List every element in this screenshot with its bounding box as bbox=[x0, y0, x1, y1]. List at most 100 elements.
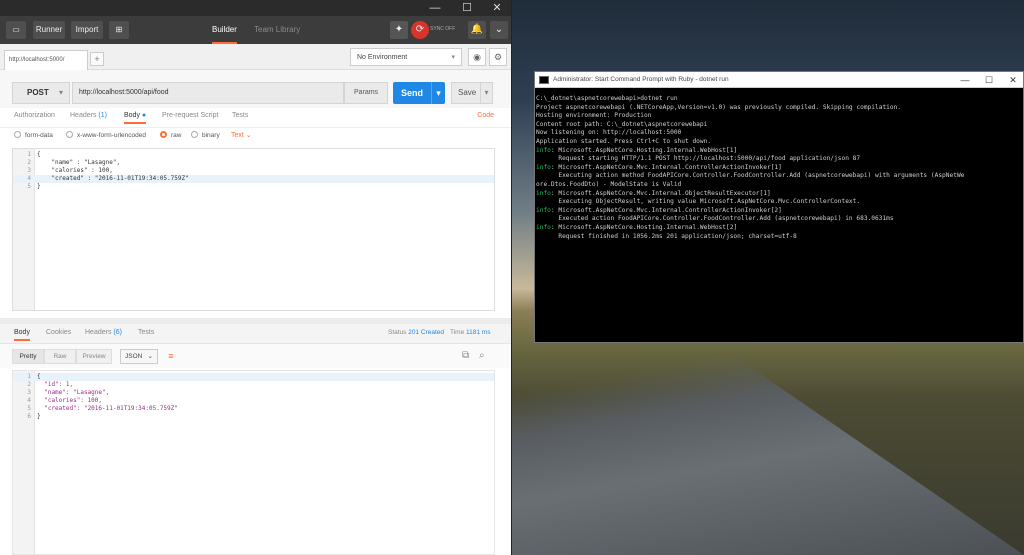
gear-icon[interactable]: ⚙ bbox=[489, 48, 507, 66]
search-icon[interactable]: ⌕ bbox=[479, 350, 485, 361]
radio-label: form-data bbox=[25, 132, 53, 139]
line-text: { bbox=[37, 373, 41, 380]
code-line: 3 "calories" : 100, bbox=[13, 167, 494, 175]
tab-authorization[interactable]: Authorization bbox=[14, 112, 55, 119]
new-window-icon: ⊞ bbox=[115, 25, 123, 34]
tab-builder[interactable]: Builder bbox=[212, 16, 237, 44]
tab-headers-label: Headers bbox=[70, 112, 97, 119]
user-menu-icon[interactable]: ⌄ bbox=[490, 21, 508, 39]
tab-response-tests[interactable]: Tests bbox=[138, 329, 154, 336]
tab-cookies[interactable]: Cookies bbox=[46, 329, 71, 336]
text-type-select[interactable]: Text ⌄ bbox=[231, 131, 252, 139]
log-level: info bbox=[536, 189, 551, 197]
runner-button[interactable]: Runner bbox=[33, 21, 65, 39]
log-level: info bbox=[536, 163, 551, 171]
save-label: Save bbox=[458, 88, 477, 97]
response-tabs: Body Cookies Headers (6) Tests Status 20… bbox=[0, 324, 511, 344]
request-tab[interactable]: http://localhost:5000/ bbox=[4, 50, 88, 70]
console-text: Request starting HTTP/1.1 POST http://lo… bbox=[536, 155, 861, 163]
code-line: 5} bbox=[13, 183, 494, 191]
tab-body[interactable]: Body ● bbox=[124, 112, 147, 124]
tab-response-body[interactable]: Body bbox=[14, 329, 30, 341]
postman-window: — ☐ ✕ ▭ Runner Import ⊞ Builder Team Lib… bbox=[0, 0, 512, 555]
response-body-viewer[interactable]: 1{ 2 "id": 1, 3 "name": "Lasagne", 4 "ca… bbox=[12, 370, 495, 555]
method-select[interactable]: POST ▾ bbox=[12, 82, 70, 104]
save-dropdown-icon[interactable]: ▾ bbox=[480, 83, 492, 103]
window-titlebar: — ☐ ✕ bbox=[0, 0, 511, 16]
format-select[interactable]: JSON ⌄ bbox=[120, 349, 158, 364]
line-text: "name" : "Lasagne", bbox=[37, 159, 121, 166]
interceptor-icon[interactable]: ✦ bbox=[390, 21, 408, 39]
wrap-lines-icon[interactable]: ≡ bbox=[163, 349, 179, 364]
copy-icon[interactable]: ⧉ bbox=[462, 350, 469, 361]
chevron-down-icon: ⌄ bbox=[147, 353, 153, 360]
import-button[interactable]: Import bbox=[71, 21, 103, 39]
tab-team-library[interactable]: Team Library bbox=[254, 16, 300, 44]
cmd-minimize-button[interactable]: — bbox=[953, 72, 977, 88]
save-button[interactable]: Save ▾ bbox=[451, 82, 493, 104]
request-options-tabs: Authorization Headers (1) Body ● Pre-req… bbox=[0, 108, 511, 128]
radio-binary[interactable]: binary bbox=[191, 131, 220, 139]
request-body-editor[interactable]: 1{ 2 "name" : "Lasagne", 3 "calories" : … bbox=[12, 148, 495, 311]
cmd-close-button[interactable]: ✕ bbox=[1001, 72, 1023, 88]
raw-button[interactable]: Raw bbox=[44, 349, 76, 364]
console-line: Now listening on: http://localhost:5000 bbox=[536, 129, 1023, 138]
params-button[interactable]: Params bbox=[344, 82, 388, 104]
preview-button[interactable]: Preview bbox=[76, 349, 112, 364]
line-number: 2 bbox=[27, 159, 31, 166]
environment-select[interactable]: No Environment ▾ bbox=[350, 48, 462, 66]
code-line: 2 "name" : "Lasagne", bbox=[13, 159, 494, 167]
console-output[interactable]: C:\_dotnet\aspnetcorewebapi>dotnet run Pr… bbox=[535, 89, 1023, 342]
tab-response-headers[interactable]: Headers (6) bbox=[85, 329, 122, 336]
minimize-button[interactable]: — bbox=[420, 0, 450, 16]
console-text: ore.Dtos.FoodDto) - ModelState is Valid bbox=[536, 180, 682, 188]
radio-label: binary bbox=[202, 132, 220, 139]
add-tab-button[interactable]: + bbox=[90, 52, 104, 66]
tab-response-headers-label: Headers bbox=[85, 329, 112, 336]
eye-icon[interactable]: ◉ bbox=[468, 48, 486, 66]
environment-value: No Environment bbox=[357, 54, 408, 61]
response-headers-count: (6) bbox=[113, 329, 122, 336]
notifications-icon[interactable]: 🔔 bbox=[468, 21, 486, 39]
line-number: 5 bbox=[27, 183, 31, 190]
tab-pre-request-script[interactable]: Pre-request Script bbox=[162, 112, 218, 119]
sync-icon[interactable]: ⟳ bbox=[411, 21, 429, 39]
format-value: JSON bbox=[125, 353, 143, 360]
send-label: Send bbox=[401, 88, 424, 98]
console-icon bbox=[539, 76, 549, 84]
request-bar: POST ▾ http://localhost:5000/api/food Pa… bbox=[0, 70, 511, 108]
dot-icon: ● bbox=[141, 112, 147, 119]
tab-headers[interactable]: Headers (1) bbox=[70, 112, 107, 119]
sidebar-toggle-button[interactable]: ▭ bbox=[6, 21, 26, 39]
close-button[interactable]: ✕ bbox=[482, 0, 511, 16]
radio-icon bbox=[160, 131, 167, 138]
code-line: 1{ bbox=[13, 151, 494, 159]
send-dropdown-icon[interactable]: ▾ bbox=[431, 82, 445, 104]
cmd-titlebar: Administrator: Start Command Prompt with… bbox=[535, 72, 1023, 88]
chevron-down-icon: ⌄ bbox=[245, 132, 252, 139]
tab-body-label: Body bbox=[124, 112, 140, 119]
radio-x-www-form-urlencoded[interactable]: x-www-form-urlencoded bbox=[66, 131, 146, 139]
code-line: 6} bbox=[13, 413, 494, 421]
console-line: Executing ObjectResult, writing value Mi… bbox=[536, 198, 1023, 207]
radio-form-data[interactable]: form-data bbox=[14, 131, 53, 139]
new-window-button[interactable]: ⊞ bbox=[109, 21, 129, 39]
line-number: 6 bbox=[27, 413, 31, 420]
line-text: "name": "Lasagne", bbox=[37, 389, 110, 396]
tab-tests[interactable]: Tests bbox=[232, 112, 248, 119]
line-text: "calories": 100, bbox=[37, 397, 103, 404]
generate-code-link[interactable]: Code bbox=[477, 112, 494, 119]
console-line: Hosting environment: Production bbox=[536, 112, 1023, 121]
url-input[interactable]: http://localhost:5000/api/food bbox=[72, 82, 344, 104]
text-type-value: Text bbox=[231, 132, 244, 139]
cmd-maximize-button[interactable]: ☐ bbox=[977, 72, 1001, 88]
console-text: : Microsoft.AspNetCore.Hosting.Internal.… bbox=[550, 223, 738, 231]
maximize-button[interactable]: ☐ bbox=[452, 0, 482, 16]
pretty-button[interactable]: Pretty bbox=[12, 349, 44, 364]
log-level: info bbox=[536, 223, 551, 231]
send-button[interactable]: Send ▾ bbox=[393, 82, 445, 104]
line-text: "created" : "2016-11-01T19:34:05.759Z" bbox=[37, 175, 189, 182]
radio-icon bbox=[66, 131, 73, 138]
radio-raw[interactable]: raw bbox=[160, 131, 181, 139]
console-text: Hosting environment: Production bbox=[536, 112, 652, 120]
